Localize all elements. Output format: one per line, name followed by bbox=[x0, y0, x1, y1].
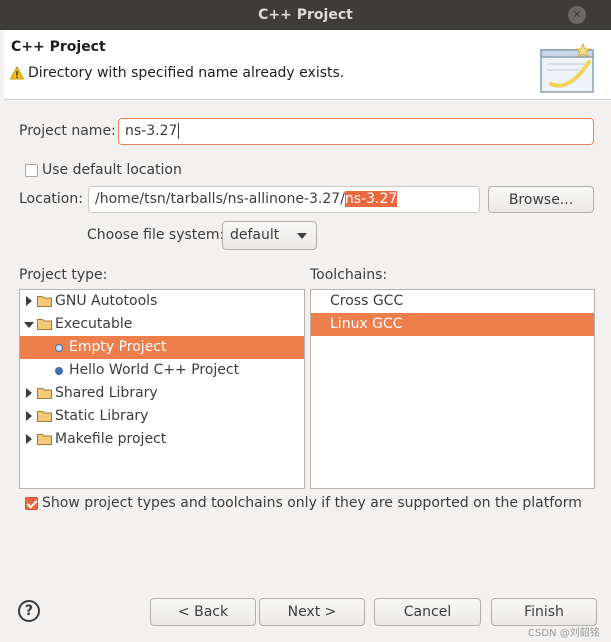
tree-item-empty-project[interactable]: Empty Project bbox=[20, 336, 304, 359]
toolchains-list[interactable]: Cross GCC Linux GCC bbox=[310, 289, 595, 489]
toolchains-label: Toolchains: bbox=[310, 267, 388, 283]
collapse-arrow-icon[interactable] bbox=[24, 322, 34, 328]
help-button[interactable]: ? bbox=[18, 600, 40, 622]
tree-item-label: Empty Project bbox=[69, 339, 167, 355]
folder-open-icon bbox=[37, 319, 52, 330]
location-selected-text: ns-3.27 bbox=[344, 191, 398, 207]
tree-item-label: Static Library bbox=[55, 408, 149, 424]
next-button[interactable]: Next > bbox=[259, 598, 365, 626]
toolchain-item-linux-gcc[interactable]: Linux GCC bbox=[311, 313, 594, 336]
expand-arrow-icon[interactable] bbox=[26, 388, 32, 398]
browse-button[interactable]: Browse... bbox=[488, 186, 594, 213]
project-name-input[interactable]: ns-3.27 bbox=[118, 118, 594, 145]
tree-item-label: Hello World C++ Project bbox=[69, 362, 240, 378]
back-button[interactable]: < Back bbox=[150, 598, 256, 626]
folder-icon bbox=[37, 411, 52, 422]
tree-item-label: Executable bbox=[55, 316, 133, 332]
show-supported-only-label: Show project types and toolchains only i… bbox=[42, 495, 582, 511]
project-type-tree[interactable]: GNU Autotools Executable Empty Project H… bbox=[19, 289, 305, 489]
tree-item-hello-world[interactable]: Hello World C++ Project bbox=[20, 359, 304, 382]
location-prefix: /home/tsn/tarballs/ns-allinone-3.27/ bbox=[95, 191, 345, 207]
show-supported-only-checkbox[interactable] bbox=[25, 497, 38, 510]
location-label: Location: bbox=[19, 191, 83, 207]
folder-icon bbox=[37, 434, 52, 445]
file-system-label: Choose file system: bbox=[87, 227, 225, 243]
use-default-location-label: Use default location bbox=[42, 162, 182, 178]
tree-item-label: Makefile project bbox=[55, 431, 167, 447]
tree-item-static-library[interactable]: Static Library bbox=[20, 405, 304, 428]
watermark: CSDN @刘韶铭 bbox=[528, 628, 600, 639]
use-default-location-checkbox[interactable] bbox=[25, 164, 38, 177]
project-name-value: ns-3.27 bbox=[125, 123, 178, 139]
wizard-header: C++ Project Directory with specified nam… bbox=[4, 30, 611, 100]
folder-icon bbox=[37, 388, 52, 399]
file-system-select[interactable]: default bbox=[222, 221, 317, 250]
project-template-icon bbox=[55, 344, 63, 352]
tree-item-label: Shared Library bbox=[55, 385, 158, 401]
tree-item-executable[interactable]: Executable bbox=[20, 313, 304, 336]
finish-button[interactable]: Finish bbox=[491, 598, 597, 626]
window-titlebar: C++ Project ✕ bbox=[0, 0, 611, 30]
chevron-down-icon bbox=[297, 233, 307, 239]
toolchain-item-cross-gcc[interactable]: Cross GCC bbox=[311, 290, 594, 313]
project-type-label: Project type: bbox=[19, 267, 108, 283]
project-name-label: Project name: bbox=[19, 123, 116, 139]
expand-arrow-icon[interactable] bbox=[26, 411, 32, 421]
close-window-button[interactable]: ✕ bbox=[568, 6, 586, 24]
folder-icon bbox=[37, 296, 52, 307]
tree-item-label: GNU Autotools bbox=[55, 293, 158, 309]
wizard-title: C++ Project bbox=[11, 39, 106, 55]
tree-item-gnu-autotools[interactable]: GNU Autotools bbox=[20, 290, 304, 313]
text-caret bbox=[178, 123, 180, 139]
expand-arrow-icon[interactable] bbox=[26, 434, 32, 444]
wizard-message: Directory with specified name already ex… bbox=[28, 65, 345, 81]
project-template-icon bbox=[55, 367, 63, 375]
warning-icon bbox=[10, 66, 24, 80]
expand-arrow-icon[interactable] bbox=[26, 296, 32, 306]
location-input[interactable]: /home/tsn/tarballs/ns-allinone-3.27/ns-3… bbox=[88, 186, 480, 213]
tree-item-shared-library[interactable]: Shared Library bbox=[20, 382, 304, 405]
tree-item-makefile-project[interactable]: Makefile project bbox=[20, 428, 304, 451]
window-title: C++ Project bbox=[258, 7, 353, 23]
cancel-button[interactable]: Cancel bbox=[374, 598, 481, 626]
file-system-value: default bbox=[230, 227, 280, 243]
new-project-wizard-icon bbox=[540, 42, 594, 93]
